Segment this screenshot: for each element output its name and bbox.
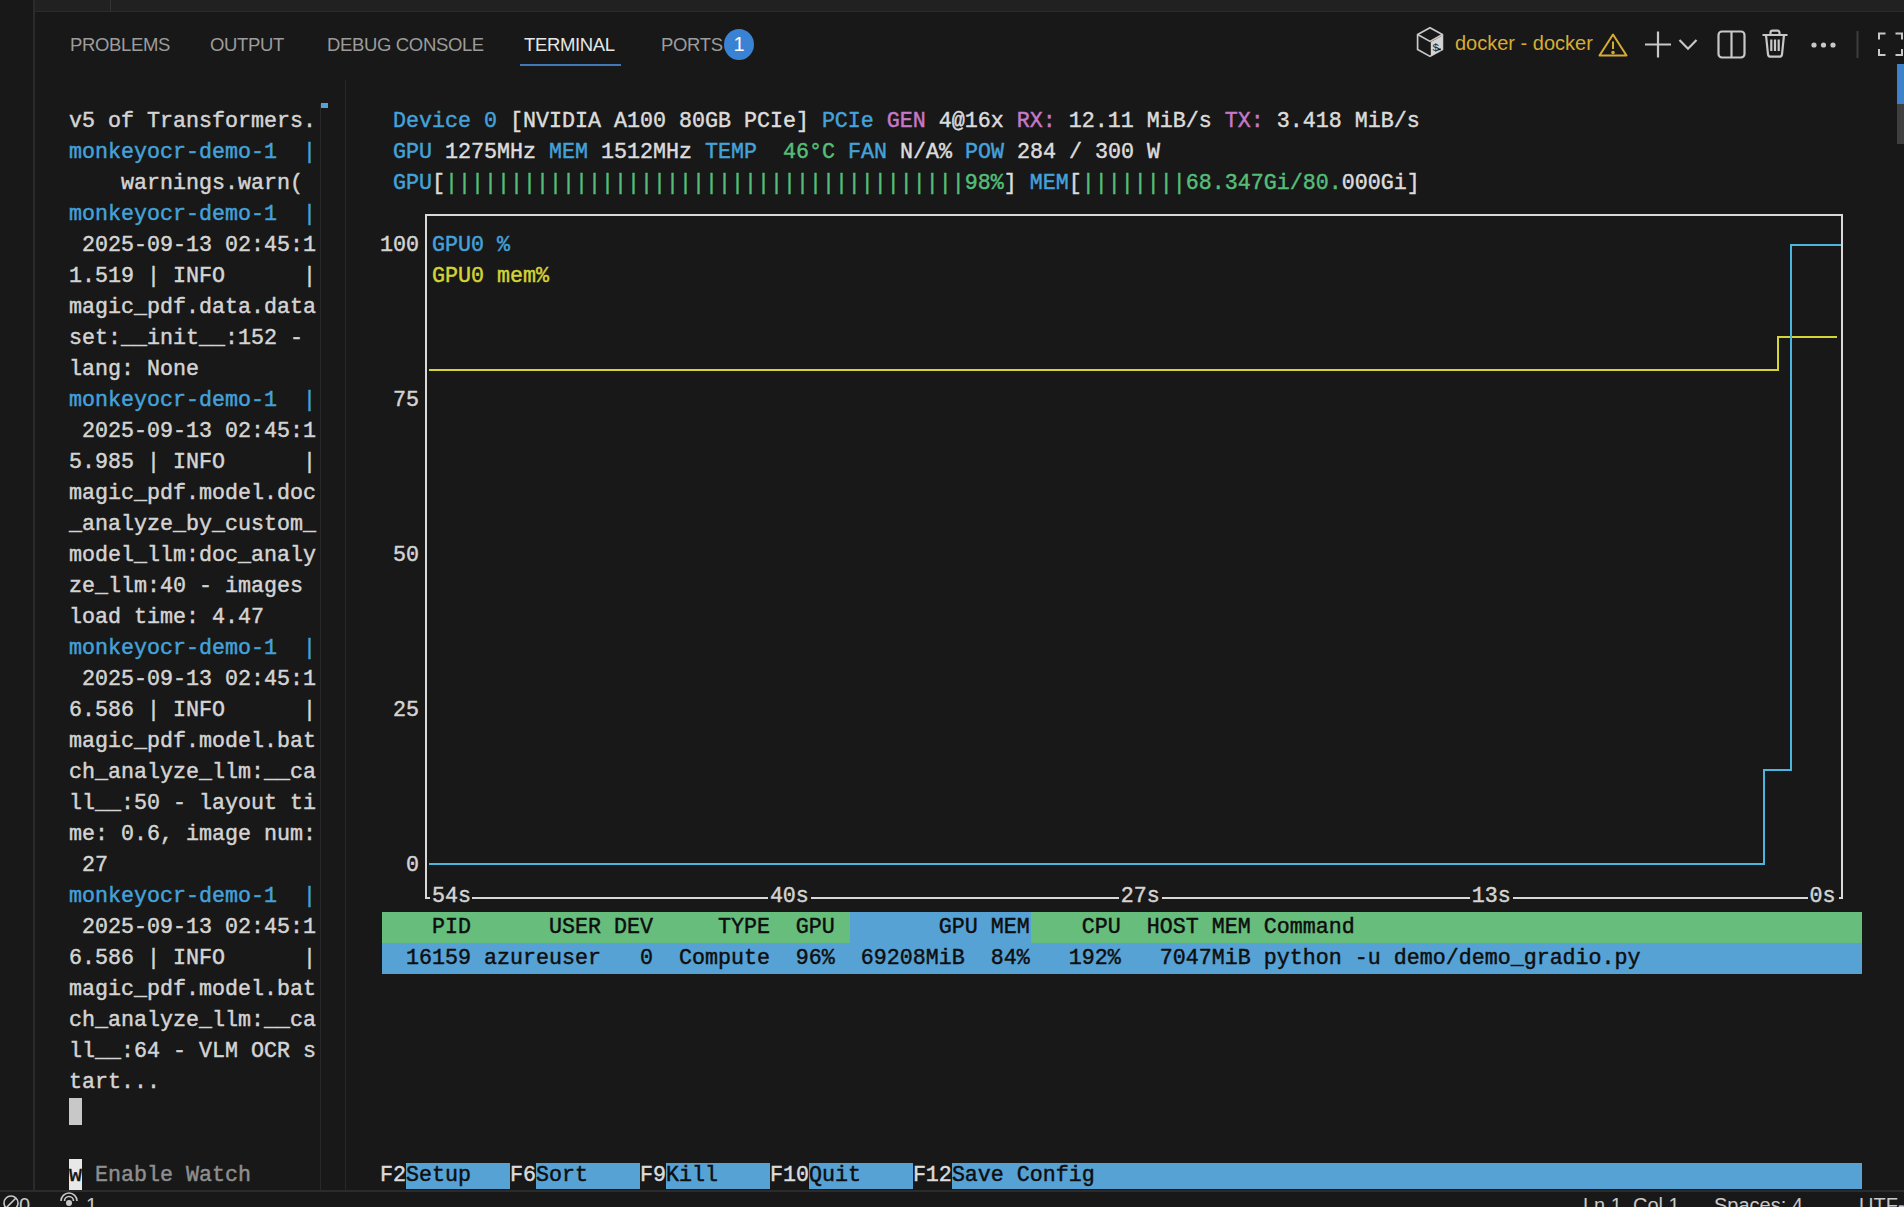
svg-text:$: $ [1432,41,1439,54]
